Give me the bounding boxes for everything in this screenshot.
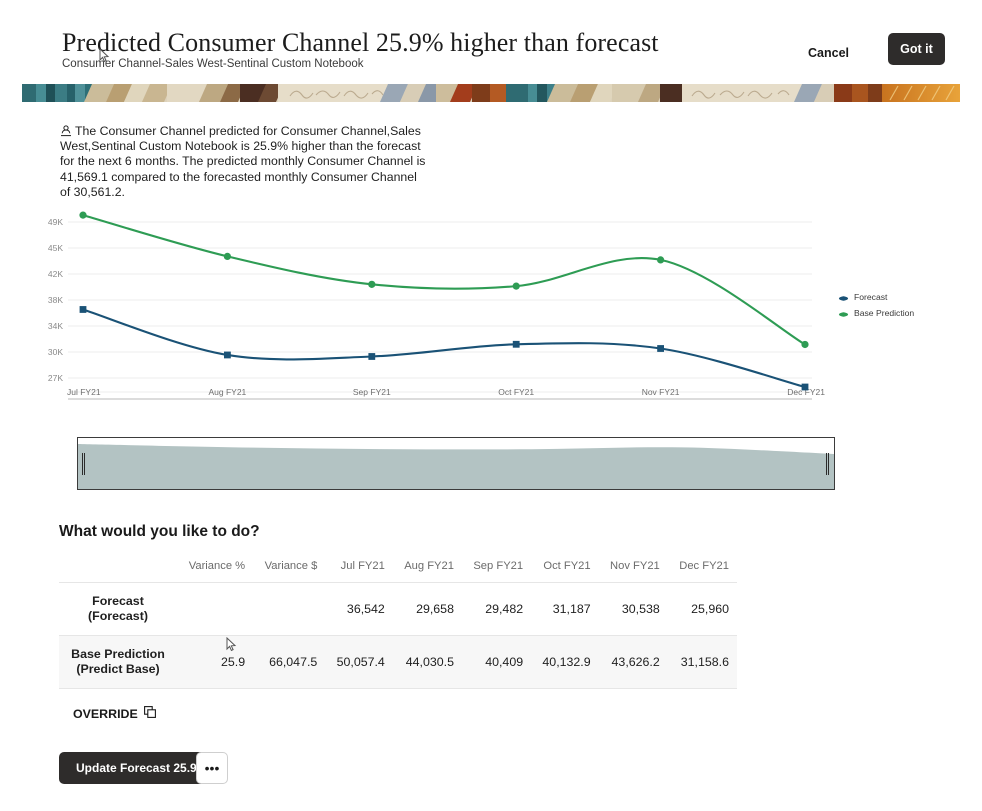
- table-cell: 66,047.5: [269, 655, 318, 669]
- got-it-button[interactable]: Got it: [888, 33, 945, 65]
- table-cell: 43,626.2: [611, 655, 660, 669]
- data-point-forecast-4[interactable]: [657, 345, 664, 352]
- decorative-banner-image: [22, 84, 960, 102]
- y-axis-tick-1: 45K: [48, 243, 63, 253]
- y-axis-tick-4: 34K: [48, 321, 63, 331]
- table-col-header-nov-fy21: Nov FY21: [610, 560, 660, 572]
- table-row-label: Base Prediction (Predict Base): [59, 636, 177, 689]
- section-heading: What would you like to do?: [59, 523, 260, 540]
- table-cell: 36,542: [346, 602, 385, 616]
- legend-label-base-prediction: Base Prediction: [854, 307, 915, 318]
- dialog-header: Predicted Consumer Channel 25.9% higher …: [0, 0, 982, 82]
- x-axis-tick-1: Aug FY21: [208, 387, 246, 397]
- data-point-forecast-3[interactable]: [512, 340, 520, 348]
- data-point-forecast-2[interactable]: [368, 353, 376, 360]
- table-cell: 29,482: [485, 602, 524, 616]
- table-cell: 31,158.6: [680, 655, 729, 669]
- range-area-shape: [78, 444, 834, 489]
- table-col-header-variance-: Variance $: [264, 560, 318, 572]
- x-axis-tick-2: Sep FY21: [353, 387, 391, 397]
- insight-person-icon: [60, 125, 72, 137]
- override-label: OVERRIDE: [73, 706, 138, 721]
- chart-series-lines: [81, 214, 807, 389]
- y-axis-tick-0: 49K: [48, 217, 63, 227]
- legend-marker-base-prediction: [838, 307, 849, 318]
- table-cell: 40,409: [485, 655, 524, 669]
- chart-data-points: [79, 211, 809, 391]
- legend-item-base-prediction[interactable]: Base Prediction: [838, 306, 968, 319]
- data-point-base-prediction-2[interactable]: [368, 280, 376, 288]
- series-line-forecast: [81, 308, 807, 389]
- table-cell: [177, 583, 253, 636]
- range-selector-area-chart: [78, 444, 834, 489]
- table-row-label-secondary: (Predict Base): [76, 662, 160, 676]
- x-axis-tick-4: Nov FY21: [642, 387, 680, 397]
- data-point-forecast-1[interactable]: [224, 351, 231, 359]
- y-axis-tick-2: 42K: [48, 269, 63, 279]
- table-col-header-dec-fy21: Dec FY21: [679, 560, 729, 572]
- forecast-data-table: Variance % Variance $ Jul FY21 Aug FY21 Sep …: [59, 556, 737, 689]
- table-body: Forecast (Forecast) 36,542 29,658 29,482 31,1…: [59, 582, 737, 689]
- table-row-label-primary: Base Prediction: [71, 647, 165, 661]
- data-point-base-prediction-4[interactable]: [657, 256, 665, 264]
- data-point-forecast-0[interactable]: [79, 306, 87, 313]
- chart-y-axis-labels: 49K 45K 42K 38K 34K 30K 27K: [48, 217, 63, 383]
- table-cell: 29,658: [416, 602, 454, 616]
- range-handle-left[interactable]: [82, 453, 86, 475]
- table-col-header-sep-fy21: Sep FY21: [473, 560, 524, 572]
- table-row[interactable]: Forecast (Forecast) 36,542 29,658 29,482 31,1…: [59, 582, 737, 636]
- y-axis-tick-3: 38K: [48, 295, 63, 305]
- range-handle-right[interactable]: [826, 453, 830, 475]
- data-point-base-prediction-0[interactable]: [79, 211, 87, 219]
- more-options-button[interactable]: •••: [196, 752, 228, 784]
- series-line-base-prediction: [81, 214, 807, 346]
- data-point-base-prediction-3[interactable]: [512, 282, 520, 290]
- table-cell: 44,030.5: [405, 655, 454, 669]
- page-subtitle: Consumer Channel-Sales West-Sentinal Cus…: [62, 58, 364, 70]
- table-header-row: Variance % Variance $ Jul FY21 Aug FY21 Sep …: [59, 556, 737, 583]
- chart-canvas: 49K 45K 42K 38K 34K 30K 27K Jul FY21 Aug FY21 Se…: [48, 211, 825, 400]
- data-point-base-prediction-5[interactable]: [801, 340, 809, 349]
- table-col-header-aug-fy21: Aug FY21: [404, 560, 454, 572]
- override-row[interactable]: OVERRIDE: [73, 706, 156, 721]
- insight-narrative-text: The Consumer Channel predicted for Consu…: [60, 124, 426, 199]
- table-cell: [253, 583, 325, 636]
- legend-marker-forecast: [838, 291, 849, 302]
- table-row-label-secondary: (Forecast): [88, 609, 148, 623]
- cancel-button[interactable]: Cancel: [802, 42, 855, 64]
- table-col-header-label: [59, 556, 177, 583]
- data-point-base-prediction-1[interactable]: [223, 252, 231, 261]
- x-axis-tick-0: Jul FY21: [67, 387, 101, 397]
- table-header: Variance % Variance $ Jul FY21 Aug FY21 Sep …: [59, 556, 737, 583]
- table-cell: 40,132.9: [542, 655, 591, 669]
- table-cell: 25,960: [691, 602, 729, 616]
- table-cell: 50,057.4: [336, 655, 385, 669]
- legend-item-forecast[interactable]: Forecast: [838, 290, 968, 303]
- legend-label-forecast: Forecast: [854, 291, 888, 302]
- x-axis-tick-3: Oct FY21: [498, 387, 534, 397]
- chart-range-selector[interactable]: [77, 437, 835, 490]
- table-col-header-variance-: Variance %: [188, 560, 246, 572]
- table-row-label-primary: Forecast: [92, 594, 144, 608]
- chart-gridlines: [68, 221, 812, 393]
- chart-legend: Forecast Base Prediction: [838, 290, 968, 322]
- table-cell: 25.9: [220, 655, 246, 669]
- table-row-label: Forecast (Forecast): [59, 583, 177, 636]
- insight-narrative: The Consumer Channel predicted for Consu…: [60, 124, 430, 200]
- forecast-line-chart[interactable]: 49K 45K 42K 38K 34K 30K 27K Jul FY21 Aug FY21 Se…: [0, 210, 982, 410]
- table-row[interactable]: Base Prediction (Predict Base) 25.9 66,047.…: [59, 635, 737, 689]
- page-title: Predicted Consumer Channel 25.9% higher …: [62, 28, 659, 57]
- data-point-forecast-5[interactable]: [801, 383, 809, 391]
- table-cell: 30,538: [621, 602, 660, 616]
- table-col-header-oct-fy21: Oct FY21: [543, 560, 591, 572]
- table-cell: 31,187: [552, 602, 591, 616]
- y-axis-tick-6: 27K: [48, 373, 63, 383]
- table-col-header-jul-fy21: Jul FY21: [340, 560, 385, 572]
- y-axis-tick-5: 30K: [48, 347, 63, 357]
- copy-icon[interactable]: [143, 706, 156, 721]
